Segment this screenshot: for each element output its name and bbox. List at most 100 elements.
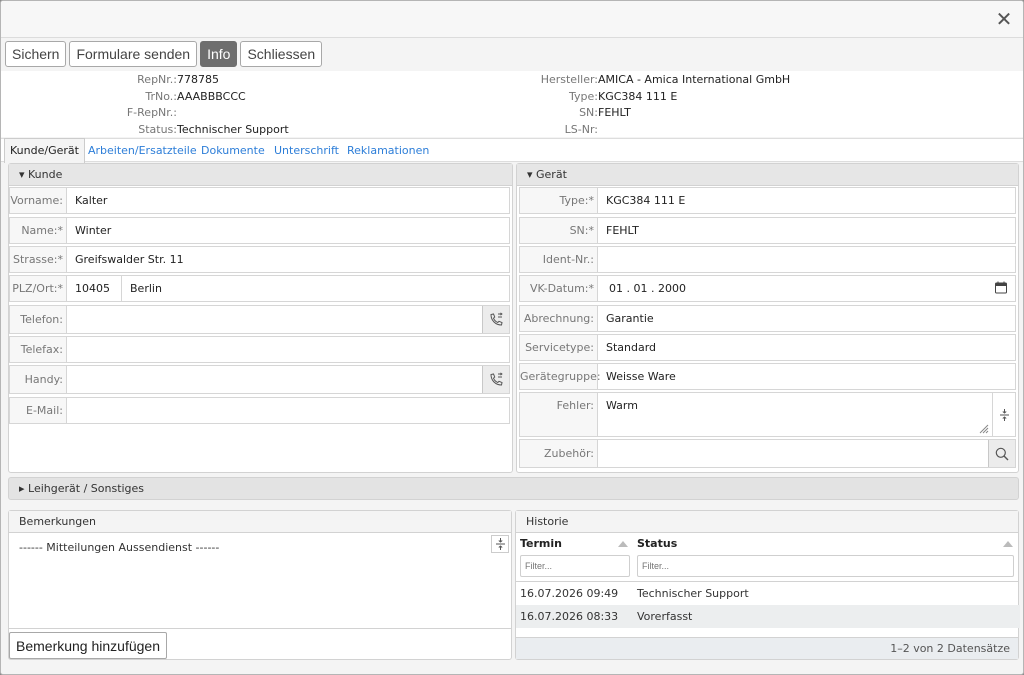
table-row[interactable]: 16.07.2026 09:49 Technischer Support	[516, 582, 1020, 605]
telefax-field: Telefax:	[9, 336, 510, 363]
fehler-textarea[interactable]: Warm	[598, 393, 991, 436]
zubehoer-field: Zubehör:	[519, 439, 1016, 468]
bemerkungen-panel: Bemerkungen ------ Mitteilungen Aussendi…	[8, 510, 512, 660]
vk-datum-field: VK-Datum:* 01 . 01 . 2000	[519, 275, 1016, 302]
telefax-input[interactable]	[67, 337, 509, 362]
strasse-label: Strasse:*	[10, 247, 67, 272]
phone-forward-icon	[490, 371, 503, 386]
filter-status-input[interactable]	[637, 555, 1014, 577]
abrechnung-select[interactable]: Garantie	[598, 306, 1015, 331]
expand-bemerkungen-button[interactable]	[491, 535, 509, 553]
geraet-type-field: Type:* KGC384 111 E	[519, 187, 1016, 214]
ident-label: Ident-Nr.:	[520, 247, 598, 272]
name-input[interactable]: Winter	[67, 218, 509, 243]
save-button[interactable]: Sichern	[5, 41, 67, 67]
call-handy-button[interactable]	[482, 366, 509, 393]
bemerkungen-header: Bemerkungen	[9, 511, 511, 533]
tab-dokumente[interactable]: Dokumente	[201, 139, 265, 162]
plz-ort-label: PLZ/Ort:*	[10, 276, 67, 301]
sort-asc-icon[interactable]	[1003, 541, 1013, 547]
vk-datum-label: VK-Datum:*	[520, 276, 598, 301]
geraetegruppe-select[interactable]: Weisse Ware	[598, 364, 1015, 389]
servicetype-label: Servicetype:	[520, 335, 598, 360]
ident-field: Ident-Nr.:	[519, 246, 1016, 273]
bemerkungen-text: ------ Mitteilungen Aussendienst ------	[19, 541, 220, 554]
abrechnung-field: Abrechnung: Garantie	[519, 305, 1016, 332]
row-termin: 16.07.2026 09:49	[520, 587, 619, 600]
telefon-input[interactable]	[67, 306, 481, 331]
send-forms-button[interactable]: Formulare senden	[69, 41, 198, 67]
expand-vertical-icon	[999, 408, 1009, 421]
geraet-sn-input[interactable]: FEHLT	[598, 218, 1015, 243]
name-field: Name:* Winter	[9, 217, 510, 244]
ort-input[interactable]: Berlin	[122, 276, 509, 301]
kunde-panel: ▾ Kunde Vorname: Kalter Name:* Winter St…	[8, 163, 513, 473]
telefon-field: Telefon:	[9, 305, 510, 334]
resize-handle-icon[interactable]	[979, 424, 989, 434]
table-row[interactable]: 16.07.2026 08:33 Vorerfasst	[516, 605, 1020, 628]
vk-datum-input[interactable]: 01 . 01 . 2000	[598, 276, 985, 301]
info-lsnr-label: LS-Nr:	[564, 123, 598, 136]
abrechnung-label: Abrechnung:	[520, 306, 598, 331]
info-button[interactable]: Info	[200, 41, 238, 67]
kunde-panel-header[interactable]: ▾ Kunde	[9, 164, 512, 186]
filter-termin-input[interactable]	[520, 555, 630, 577]
email-input[interactable]	[67, 398, 509, 423]
servicetype-select[interactable]: Standard	[598, 335, 1015, 360]
col-status[interactable]: Status	[637, 533, 677, 555]
info-lsnr: LS-Nr:	[1, 122, 598, 138]
historie-header: Historie	[516, 511, 1018, 533]
info-hersteller-value: AMICA - Amica International GmbH	[598, 73, 791, 86]
col-termin[interactable]: Termin	[520, 533, 562, 555]
geraetegruppe-label: Gerätegruppe:	[520, 364, 601, 389]
handy-input[interactable]	[67, 366, 481, 391]
zubehoer-input[interactable]	[598, 440, 987, 465]
row-termin: 16.07.2026 08:33	[520, 610, 619, 623]
geraet-panel: ▾ Gerät Type:* KGC384 111 E SN:* FEHLT I…	[516, 163, 1019, 473]
info-sn-value: FEHLT	[598, 106, 631, 119]
phone-forward-icon	[490, 311, 503, 326]
plz-input[interactable]: 10405	[67, 276, 122, 301]
info-type-value: KGC384 111 E	[598, 90, 678, 103]
ident-input[interactable]	[598, 247, 1015, 272]
grid-footer: 1–2 von 2 Datensätze	[516, 637, 1018, 659]
search-icon	[995, 447, 1009, 460]
add-bemerkung-button[interactable]: Bemerkung hinzufügen	[9, 632, 167, 659]
tab-reklamationen[interactable]: Reklamationen	[347, 139, 429, 162]
vorname-input[interactable]: Kalter	[67, 188, 509, 213]
repair-order-dialog: ✕ Sichern Formulare senden Info Schliess…	[0, 0, 1024, 675]
expand-vertical-icon	[495, 538, 505, 550]
name-label: Name:*	[10, 218, 67, 243]
expand-fehler-button[interactable]	[992, 393, 1015, 436]
geraetegruppe-field: Gerätegruppe: Weisse Ware	[519, 363, 1016, 390]
geraet-sn-field: SN:* FEHLT	[519, 217, 1016, 244]
vorname-field: Vorname: Kalter	[9, 187, 510, 214]
row-status: Vorerfasst	[637, 610, 693, 623]
info-summary: RepNr.:778785 TrNo.:AAABBBCCC F-RepNr.: …	[1, 71, 1023, 137]
sort-asc-icon[interactable]	[618, 541, 628, 547]
strasse-input[interactable]: Greifswalder Str. 11	[67, 247, 509, 272]
calendar-icon[interactable]	[995, 281, 1007, 297]
vorname-label: Vorname:	[10, 188, 67, 213]
close-icon[interactable]: ✕	[993, 9, 1015, 31]
tab-unterschrift[interactable]: Unterschrift	[274, 139, 339, 162]
search-zubehoer-button[interactable]	[988, 440, 1015, 467]
info-sn-label: SN:	[579, 106, 598, 119]
toolbar: Sichern Formulare senden Info Schliessen	[5, 41, 323, 68]
leihgeraet-section-header[interactable]: ▸ Leihgerät / Sonstiges	[8, 477, 1019, 500]
info-hersteller: Hersteller:AMICA - Amica International G…	[1, 72, 791, 88]
bemerkungen-textarea[interactable]: ------ Mitteilungen Aussendienst ------	[9, 533, 511, 629]
telefax-label: Telefax:	[10, 337, 67, 362]
geraet-type-input[interactable]: KGC384 111 E	[598, 188, 1015, 213]
info-type-label: Type:	[569, 90, 598, 103]
fehler-label: Fehler:	[520, 393, 598, 436]
geraet-type-label: Type:*	[520, 188, 598, 213]
email-field: E-Mail:	[9, 397, 510, 424]
fehler-field: Fehler: Warm	[519, 392, 1016, 437]
geraet-panel-header[interactable]: ▾ Gerät	[517, 164, 1018, 186]
tab-bar: Kunde/Gerät Arbeiten/Ersatzteile Dokumen…	[1, 138, 1023, 163]
tab-arbeiten-ersatzteile[interactable]: Arbeiten/Ersatzteile	[88, 139, 197, 162]
call-telefon-button[interactable]	[482, 306, 509, 333]
close-button[interactable]: Schliessen	[240, 41, 323, 67]
tab-kunde-geraet[interactable]: Kunde/Gerät	[4, 138, 85, 163]
